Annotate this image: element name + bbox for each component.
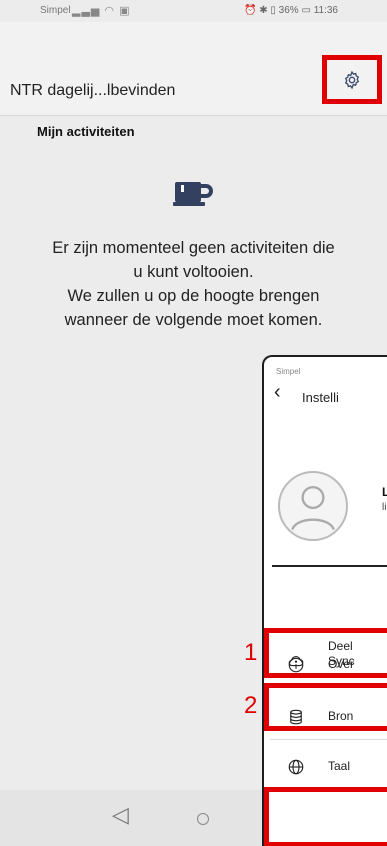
highlight-box-1 (264, 628, 387, 678)
settings-row-taal[interactable]: Taal (264, 745, 387, 789)
row-divider (270, 739, 387, 740)
avatar[interactable] (278, 471, 348, 541)
empty-line-4: wanneer de volgende moet komen. (64, 311, 323, 329)
gear-icon (344, 70, 360, 89)
empty-state-message: Er zijn momenteel geen activiteiten die … (0, 236, 387, 332)
overlay-carrier: Simpel (276, 367, 301, 376)
highlight-number-1: 1 (244, 639, 258, 666)
highlight-box-2 (264, 683, 387, 731)
nav-home-icon[interactable] (197, 813, 209, 825)
taal-label: Taal (328, 759, 351, 773)
settings-title: Instelli (302, 390, 339, 405)
signal-icon: ▂▃▅ ◠ ▣ (72, 5, 131, 17)
highlight-box-bottom (264, 787, 387, 846)
profile-name: L (382, 485, 387, 499)
highlight-number-2: 2 (244, 692, 258, 719)
carrier-name: Simpel (40, 5, 71, 16)
settings-button[interactable] (322, 55, 382, 104)
globe-icon (286, 757, 306, 777)
coffee-cup-icon (173, 182, 213, 206)
section-title: Mijn activiteiten (37, 124, 135, 139)
settings-screen-overlay: Simpel ‹ Instelli L li Deel Sync Over Br… (262, 355, 387, 846)
nav-back-icon[interactable]: ◁ (112, 802, 129, 828)
empty-line-1: Er zijn momenteel geen activiteiten die (52, 239, 335, 257)
status-right: ⏰ ✱ ▯ 36% ▭ 11:36 (244, 5, 338, 16)
empty-line-2: u kunt voltooien. (133, 263, 254, 281)
status-bar: Simpel ▂▃▅ ◠ ▣ ⏰ ✱ ▯ 36% ▭ 11:36 (0, 0, 387, 22)
app-title: NTR dagelij...lbevinden (10, 82, 176, 99)
empty-line-3: We zullen u op de hoogte brengen (67, 287, 320, 305)
profile-divider (272, 565, 387, 567)
profile-email: li (382, 502, 387, 513)
back-arrow-icon[interactable]: ‹ (274, 381, 281, 404)
user-icon (291, 485, 335, 531)
